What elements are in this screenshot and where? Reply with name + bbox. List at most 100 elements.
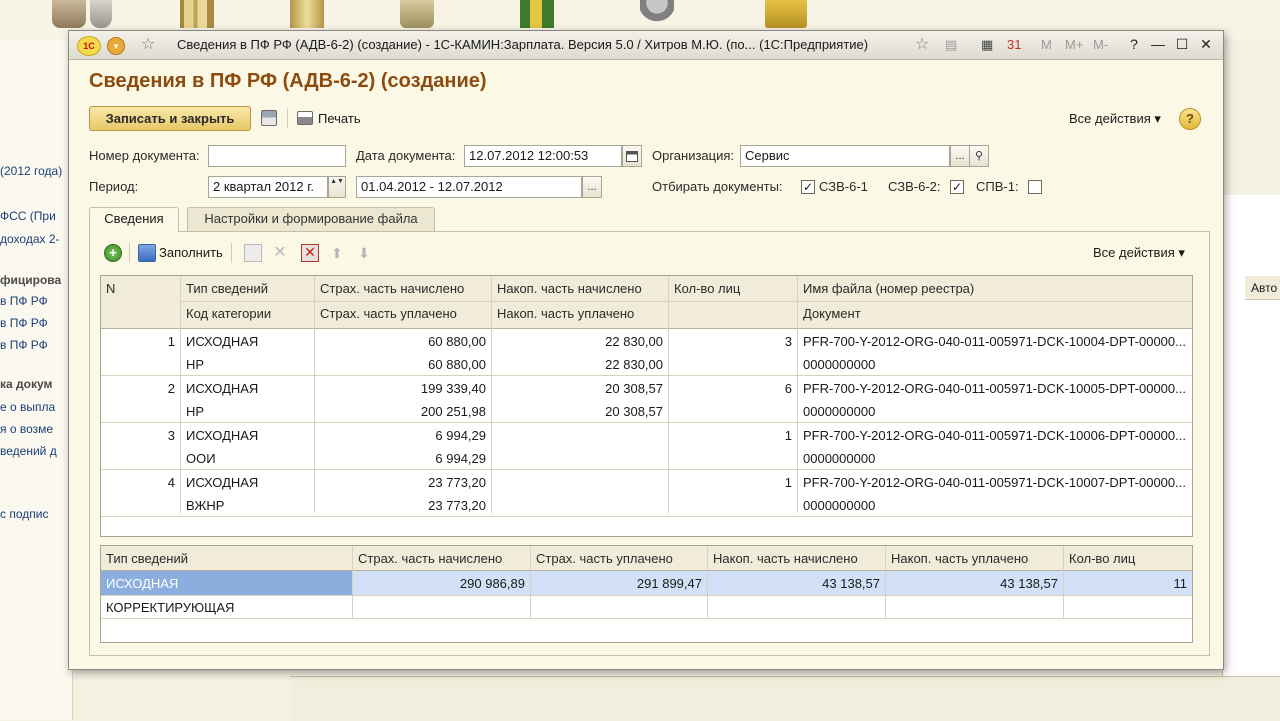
bg-left-item[interactable]: ведений д <box>0 444 57 458</box>
memory-m-button[interactable]: M <box>1041 36 1052 54</box>
bg-left-item[interactable]: я о возме <box>0 422 53 436</box>
column-header-ins-paid[interactable]: Страх. часть уплачено <box>315 302 491 325</box>
cell-type: ИСХОДНАЯ <box>186 428 259 443</box>
doc-date-label: Дата документа: <box>356 148 456 163</box>
doc-date-input[interactable]: 12.07.2012 12:00:53 <box>464 145 622 167</box>
bg-left-item[interactable]: доходах 2- <box>0 232 60 246</box>
memory-mminus-button[interactable]: M- <box>1093 36 1108 54</box>
memory-mplus-button[interactable]: M+ <box>1065 36 1083 54</box>
fill-icon[interactable] <box>138 244 156 262</box>
column-header-type[interactable]: Тип сведений <box>181 277 314 300</box>
page-title: Сведения в ПФ РФ (АДВ-6-2) (создание) <box>89 70 487 92</box>
column-header-n[interactable]: N <box>101 277 179 300</box>
period-range-input[interactable]: 01.04.2012 - 12.07.2012 <box>356 176 582 198</box>
help-small-icon[interactable]: ? <box>1125 35 1143 53</box>
toolbar-separator <box>231 243 232 263</box>
cell-ins-accrued: 60 880,00 <box>428 334 486 349</box>
column-header-count[interactable]: Кол-во лиц <box>669 277 797 300</box>
cell-document: 0000000000 <box>803 357 876 372</box>
calendar-button[interactable] <box>622 145 642 167</box>
column-header-ins-accrued[interactable]: Страх. часть начислено <box>315 277 491 300</box>
summary-header-ins-paid[interactable]: Страх. часть уплачено <box>531 547 707 570</box>
copy-icon[interactable]: ▤ <box>945 36 957 54</box>
fill-button[interactable]: Заполнить <box>159 245 223 260</box>
add-icon[interactable]: + <box>104 244 122 262</box>
calendar-icon[interactable]: 31 <box>1007 36 1021 54</box>
summary-cell-fund-accrued <box>708 596 885 619</box>
maximize-icon[interactable]: ☐ <box>1173 35 1191 53</box>
szv62-checkbox[interactable]: ✓ <box>950 180 964 194</box>
period-spin-button[interactable]: ▲▼ <box>328 176 346 198</box>
organization-input[interactable]: Сервис <box>740 145 950 167</box>
spv1-checkbox[interactable] <box>1028 180 1042 194</box>
mark-delete-icon[interactable]: ✕ <box>301 244 319 262</box>
doc-number-input[interactable] <box>208 145 346 167</box>
print-button[interactable]: Печать <box>318 111 361 126</box>
bg-left-item[interactable]: с подпис <box>0 507 48 521</box>
save-icon[interactable] <box>261 110 277 126</box>
summary-header-fund-accrued[interactable]: Накоп. часть начислено <box>708 547 885 570</box>
documents-icon[interactable] <box>290 0 324 28</box>
period-range-button[interactable]: ... <box>582 176 602 198</box>
szv61-checkbox[interactable]: ✓ <box>801 180 815 194</box>
tab-svedeniya[interactable]: Сведения <box>89 207 179 232</box>
monitor-icon[interactable] <box>765 0 807 28</box>
bg-left-item[interactable]: ФСС (При <box>0 209 56 223</box>
summary-cell-count <box>1064 596 1192 619</box>
all-actions-menu[interactable]: Все действия ▾ <box>1069 111 1161 127</box>
column-header-file[interactable]: Имя файла (номер реестра) <box>798 277 1192 300</box>
window-menu-icon[interactable]: ▾ <box>107 37 125 55</box>
summary-header-type[interactable]: Тип сведений <box>101 547 352 570</box>
move-up-icon[interactable]: ⬆ <box>328 244 346 262</box>
favorite-star-icon[interactable]: ☆ <box>141 36 155 54</box>
bg-left-item[interactable]: в ПФ РФ <box>0 338 48 352</box>
close-icon[interactable]: ✕ <box>1197 35 1215 53</box>
copy-row-icon[interactable] <box>244 244 262 262</box>
save-close-button[interactable]: Записать и закрыть <box>89 106 251 131</box>
main-table: N Тип сведений Код категории Страх. част… <box>100 275 1193 537</box>
cell-file: PFR-700-Y-2012-ORG-040-011-005971-DCK-10… <box>803 334 1186 349</box>
column-header-fund-accrued[interactable]: Накоп. часть начислено <box>492 277 668 300</box>
coins-icon[interactable] <box>52 0 86 28</box>
cell-fund-paid <box>492 494 668 517</box>
column-header-category[interactable]: Код категории <box>181 302 314 325</box>
organization-select-button[interactable]: ... <box>950 145 970 167</box>
summary-header-fund-paid[interactable]: Накоп. часть уплачено <box>886 547 1063 570</box>
summary-cell-ins-accrued <box>353 596 530 619</box>
printer-icon[interactable] <box>297 111 313 125</box>
cell-fund-paid <box>492 447 668 470</box>
bg-left-item[interactable]: в ПФ РФ <box>0 294 48 308</box>
cell-ins-accrued: 199 339,40 <box>420 381 486 396</box>
bg-left-item[interactable]: е о выпла <box>0 400 55 414</box>
cell-category: ВЖНР <box>186 498 225 513</box>
column-header-fund-paid[interactable]: Накоп. часть уплачено <box>492 302 668 325</box>
help-icon[interactable]: ? <box>1179 108 1201 130</box>
summary-header-count[interactable]: Кол-во лиц <box>1064 547 1192 570</box>
move-down-icon[interactable]: ⬇ <box>355 244 373 262</box>
delete-icon[interactable]: ✕ <box>271 244 289 262</box>
cell-fund-paid: 20 308,57 <box>605 404 663 419</box>
organization-search-button[interactable]: ⚲ <box>969 145 989 167</box>
summary-header-ins-accrued[interactable]: Страх. часть начислено <box>353 547 530 570</box>
folders-icon[interactable] <box>180 0 214 28</box>
calculator-icon[interactable]: ▦ <box>981 36 993 54</box>
tab-settings-file[interactable]: Настройки и формирование файла <box>187 207 435 231</box>
bg-left-item[interactable]: (2012 года) <box>0 164 62 178</box>
document-window: 1С ▾ ☆ Сведения в ПФ РФ (АДВ-6-2) (созда… <box>68 30 1224 670</box>
cell-fund-accrued <box>492 471 668 494</box>
bg-left-item[interactable]: в ПФ РФ <box>0 316 48 330</box>
all-actions-label: Все действия <box>1093 245 1175 260</box>
all-actions-menu-table[interactable]: Все действия ▾ <box>1093 245 1185 261</box>
summary-cell-fund-paid: 43 138,57 <box>1000 576 1058 591</box>
person-icon[interactable] <box>90 0 112 28</box>
period-input[interactable]: 2 квартал 2012 г. <box>208 176 328 198</box>
money-icon[interactable] <box>400 0 434 28</box>
cell-document: 0000000000 <box>803 498 876 513</box>
column-header-document[interactable]: Документ <box>798 302 1192 325</box>
minimize-icon[interactable]: — <box>1149 35 1167 53</box>
gear-icon[interactable] <box>640 0 674 28</box>
binders-icon[interactable] <box>520 0 554 28</box>
cell-count: 1 <box>784 475 792 490</box>
cell-type: ИСХОДНАЯ <box>186 475 259 490</box>
favorite-add-icon[interactable]: ☆ <box>915 36 929 54</box>
